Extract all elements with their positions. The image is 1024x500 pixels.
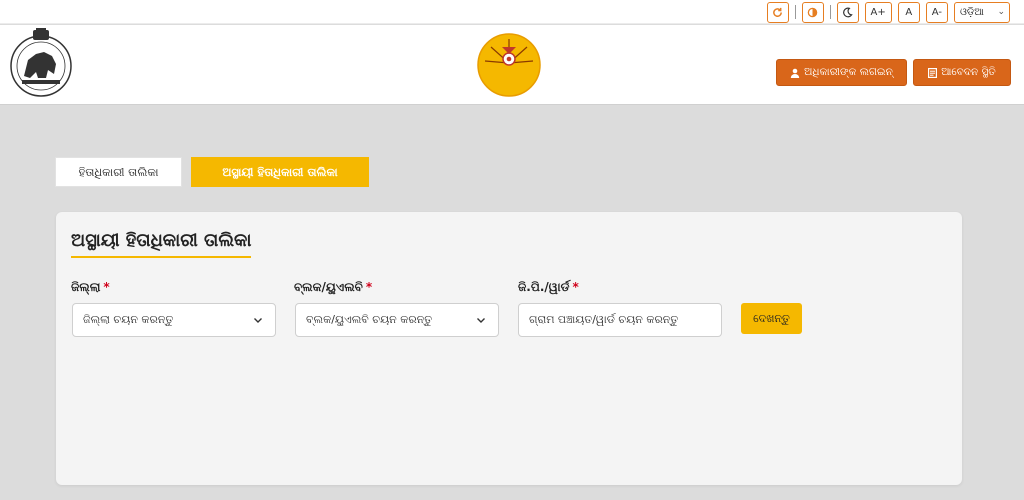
font-decrease-button[interactable]: A- — [925, 1, 948, 23]
moon-icon — [843, 7, 853, 17]
refresh-icon — [773, 7, 782, 17]
required-mark: * — [572, 280, 579, 294]
accessibility-toolbar: A+ A A- ଓଡ଼ିଆ ⌄ — [766, 0, 1010, 24]
subhadra-logo — [476, 33, 542, 97]
font-normal-button[interactable]: A — [897, 1, 920, 23]
application-status-button[interactable]: ଆବେଦନ ସ୍ଥିତି — [913, 59, 1011, 86]
contrast-button[interactable] — [801, 1, 824, 23]
card-title: ଅସ୍ଥାୟୀ ହିତାଧିକାରୀ ତାଲିକା — [71, 230, 252, 258]
tab-beneficiary-list[interactable]: ହିତାଧିକାରୀ ତାଲିକା — [55, 157, 182, 187]
subhadra-logo-icon — [477, 33, 541, 97]
user-icon — [790, 68, 800, 78]
site-header: ଅଧିକାରୀଙ୍କ ଲଗଇନ୍ ଆବେଦନ ସ୍ଥିତି — [0, 25, 1024, 105]
refresh-button[interactable] — [766, 1, 789, 23]
gp-ward-select-placeholder: ଗ୍ରାମ ପଞ୍ଚାୟତ/ୱାର୍ଡ ଚୟନ କରନ୍ତୁ — [529, 313, 679, 326]
district-select[interactable]: ଜିଲ୍ଲା ଚୟନ କରନ୍ତୁ — [72, 303, 276, 337]
block-ulb-label: ବ୍ଲକ/ୟୁଏଲବି * — [294, 280, 372, 295]
view-button[interactable]: ଦେଖନ୍ତୁ — [741, 303, 802, 334]
application-status-label: ଆବେଦନ ସ୍ଥିତି — [941, 66, 996, 78]
district-label-text: ଜିଲ୍ଲା — [71, 280, 101, 294]
dark-mode-button[interactable] — [836, 1, 859, 23]
odisha-emblem-icon — [10, 28, 72, 97]
gp-ward-label: ଜି.ପି./ୱାର୍ଡ * — [518, 280, 579, 295]
tab-temporary-beneficiary-list[interactable]: ଅସ୍ଥାୟୀ ହିତାଧିକାରୀ ତାଲିକା — [191, 157, 369, 187]
required-mark: * — [103, 280, 110, 294]
block-ulb-select-placeholder: ବ୍ଲକ/ୟୁଏଲବି ଚୟନ କରନ୍ତୁ — [306, 313, 433, 326]
chevron-down-icon — [254, 318, 262, 323]
block-ulb-label-text: ବ୍ଲକ/ୟୁଏଲବି — [294, 280, 363, 294]
required-mark: * — [365, 280, 373, 294]
language-select[interactable]: ଓଡ଼ିଆ ⌄ — [954, 1, 1010, 23]
district-label: ଜିଲ୍ଲା * — [71, 280, 110, 295]
chevron-down-icon — [477, 318, 485, 323]
toolbar-separator — [829, 5, 831, 19]
utility-bar: A+ A A- ଓଡ଼ିଆ ⌄ — [0, 0, 1024, 24]
gp-ward-label-text: ଜି.ପି./ୱାର୍ଡ — [518, 280, 570, 294]
officer-login-button[interactable]: ଅଧିକାରୀଙ୍କ ଲଗଇନ୍ — [776, 59, 907, 86]
language-select-value: ଓଡ଼ିଆ — [960, 6, 984, 18]
contrast-icon — [807, 7, 818, 17]
toolbar-separator — [794, 5, 796, 19]
district-select-placeholder: ଜିଲ୍ଲା ଚୟନ କରନ୍ତୁ — [83, 313, 174, 326]
font-increase-button[interactable]: A+ — [864, 1, 892, 23]
block-ulb-select[interactable]: ବ୍ଲକ/ୟୁଏଲବି ଚୟନ କରନ୍ତୁ — [295, 303, 499, 337]
gp-ward-select[interactable]: ଗ୍ରାମ ପଞ୍ଚାୟତ/ୱାର୍ଡ ଚୟନ କରନ୍ତୁ — [518, 303, 722, 337]
officer-login-label: ଅଧିକାରୀଙ୍କ ଲଗଇନ୍ — [804, 66, 893, 78]
filter-card: ଅସ୍ଥାୟୀ ହିତାଧିକାରୀ ତାଲିକା ଜିଲ୍ଲା * ଜିଲ୍ଲା… — [56, 212, 962, 485]
chevron-down-icon: ⌄ — [997, 7, 1005, 17]
document-icon — [928, 67, 938, 78]
